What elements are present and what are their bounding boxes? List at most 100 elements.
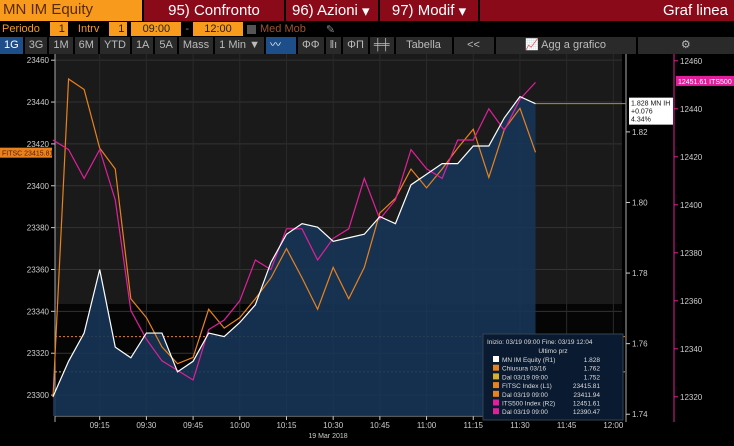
x-tick-label: 09:30 xyxy=(136,421,157,430)
range-1a[interactable]: 1A xyxy=(131,37,154,54)
mid-tick-label: 1.78 xyxy=(632,269,648,278)
mn-price-tag-text: 1.828 MN IH xyxy=(631,101,670,108)
legend-item-value: 12390.47 xyxy=(573,409,600,416)
legend-item-value: 1.828 xyxy=(584,357,601,364)
left-tick-label: 23380 xyxy=(27,224,50,233)
settings-button[interactable]: ⚙ xyxy=(637,37,734,54)
x-tick-label: 11:45 xyxy=(557,421,577,430)
legend-item-value: 23411.94 xyxy=(573,392,600,399)
range-5a[interactable]: 5A xyxy=(155,37,177,54)
mn-price-tag-text: 4.34% xyxy=(631,117,651,124)
legend-item-name: Dal 03/19 09:00 xyxy=(502,409,548,416)
table-button[interactable]: Tabella xyxy=(395,37,452,54)
moving-avg-checkbox[interactable] xyxy=(247,24,256,34)
left-tick-label: 23340 xyxy=(27,307,50,316)
its500-price-tag-text: 12451.61 ITS500 xyxy=(678,79,732,86)
x-tick-label: 09:15 xyxy=(90,421,111,430)
fitsc-price-tag: FITSC 23415.81 xyxy=(0,147,53,158)
left-tick-label: 23460 xyxy=(27,56,50,65)
legend-header: Inizio: 03/19 09:00 Fine: 03/19 12:04 xyxy=(487,339,593,346)
collapse-button[interactable]: << xyxy=(453,37,494,54)
time-dash: - xyxy=(185,23,189,35)
add-to-chart-button[interactable]: 📈 Agg a grafico xyxy=(495,37,636,54)
legend-swatch xyxy=(493,408,499,415)
candle-icon[interactable]: ΦΠ xyxy=(343,37,368,54)
legend-item-name: FITSC Index (L1) xyxy=(502,383,552,390)
right-tick-label: 12360 xyxy=(680,297,703,306)
end-time-input[interactable]: 12:00 xyxy=(193,22,243,36)
legend-item-value: 1.762 xyxy=(584,366,601,373)
x-tick-label: 12:00 xyxy=(603,421,624,430)
right-tick-label: 12380 xyxy=(680,249,703,258)
legend-swatch xyxy=(493,382,499,389)
interval-dropdown[interactable]: 1 Min ▼ xyxy=(215,37,264,54)
range-1m[interactable]: 1M xyxy=(49,37,73,54)
right-tick-label: 12460 xyxy=(680,57,703,66)
legend-item-name: ITS500 Index (R2) xyxy=(502,401,555,408)
legend-swatch xyxy=(493,399,499,406)
security-field[interactable]: MN IM Equity xyxy=(0,0,142,21)
legend-swatch xyxy=(493,364,499,371)
x-tick-label: 11:15 xyxy=(464,421,484,430)
x-tick-label: 10:45 xyxy=(370,421,391,430)
left-tick-label: 23440 xyxy=(27,98,50,107)
period-label: Periodo xyxy=(2,23,40,35)
pencil-icon[interactable]: ✎ xyxy=(326,23,335,36)
mid-tick-label: 1.74 xyxy=(632,410,648,419)
modify-button[interactable]: 97) Modif ▾ xyxy=(380,0,478,21)
right-tick-label: 12320 xyxy=(680,393,703,402)
left-tick-label: 23420 xyxy=(27,140,50,149)
bar-chart-icon[interactable]: ‖ı xyxy=(325,37,342,54)
date-label: 19 Mar 2018 xyxy=(308,433,347,440)
legend-subheader: Ultimo prz xyxy=(538,348,567,355)
mid-tick-label: 1.80 xyxy=(632,198,648,207)
x-tick-label: 11:30 xyxy=(510,421,530,430)
right-tick-label: 12440 xyxy=(680,105,703,114)
range-1g[interactable]: 1G xyxy=(0,37,23,54)
interval-label: Intrv xyxy=(77,23,100,35)
price-chart[interactable]: 23300 23320 23340 23360 23380 23400 23420 23440… xyxy=(0,54,734,446)
legend-swatch xyxy=(493,356,499,362)
line-chart-icon[interactable]: 〰 xyxy=(266,37,296,54)
range-mass[interactable]: Mass xyxy=(178,37,214,54)
left-tick-label: 23320 xyxy=(27,349,50,358)
legend-item-name: Dal 03/19 09:00 xyxy=(502,392,548,399)
x-tick-label: 10:30 xyxy=(323,421,344,430)
moving-avg-label: Med Mob xyxy=(260,23,306,35)
legend-item-name: Dal 03/19 09:00 xyxy=(502,374,548,381)
legend-item-value: 23415.81 xyxy=(573,383,600,390)
range-3g[interactable]: 3G xyxy=(24,37,48,54)
x-tick-label: 10:00 xyxy=(230,421,251,430)
mid-tick-label: 1.76 xyxy=(632,340,648,349)
legend-swatch xyxy=(493,373,499,380)
add-to-chart-label: Agg a grafico xyxy=(541,39,606,51)
actions-button[interactable]: 96) Azioni ▾ xyxy=(286,0,378,21)
left-tick-label: 23360 xyxy=(27,265,50,274)
mn-price-tag-text: +0.076 xyxy=(631,109,653,116)
actions-label: 96) Azioni xyxy=(292,2,358,19)
hl-icon[interactable]: ╪╪ xyxy=(369,37,394,54)
start-time-input[interactable]: 09:00 xyxy=(131,22,182,36)
fitsc-price-tag-text: FITSC 23415.81 xyxy=(2,151,53,158)
legend-box: Inizio: 03/19 09:00 Fine: 03/19 12:04 Ult… xyxy=(482,333,624,421)
legend-item-name: Chiusura 03/16 xyxy=(502,366,546,373)
legend-swatch xyxy=(493,390,499,397)
legend-item-name: MN IM Equity (R1) xyxy=(502,357,555,364)
range-6m[interactable]: 6M xyxy=(74,37,98,54)
x-tick-label: 11:00 xyxy=(417,421,437,430)
chart-add-icon: 📈 xyxy=(525,39,542,51)
x-tick-label: 09:45 xyxy=(183,421,204,430)
left-tick-label: 23300 xyxy=(27,391,50,400)
right-tick-label: 12340 xyxy=(680,345,703,354)
interval-input[interactable]: 1 xyxy=(109,22,128,36)
right-tick-label: 12400 xyxy=(680,201,703,210)
mid-tick-label: 1.82 xyxy=(632,128,648,137)
compare-button[interactable]: 95) Confronto xyxy=(144,0,284,21)
ohlc-icon[interactable]: ΦΦ xyxy=(298,37,324,54)
legend-item-value: 1.752 xyxy=(584,374,601,381)
x-tick-label: 10:15 xyxy=(276,421,297,430)
period-input[interactable]: 1 xyxy=(49,22,68,36)
toolbar: 1G 3G 1M 6M YTD 1A 5A Mass 1 Min ▼ 〰 ΦΦ ‖ı ΦΠ ╪… xyxy=(0,37,734,54)
legend-item-value: 12451.61 xyxy=(573,401,600,408)
range-ytd[interactable]: YTD xyxy=(99,37,130,54)
